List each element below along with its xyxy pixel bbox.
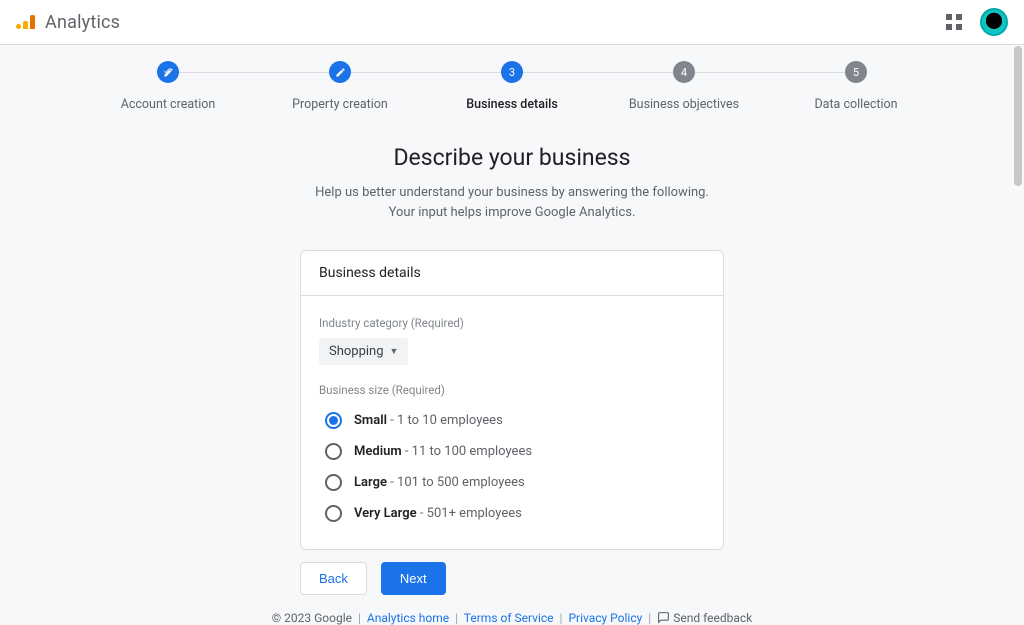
footer-link-terms[interactable]: Terms of Service — [464, 611, 554, 625]
footer-link-privacy[interactable]: Privacy Policy — [568, 611, 642, 625]
business-details-card: Business details Industry category (Requ… — [300, 250, 724, 550]
page-subtitle-line1: Help us better understand your business … — [315, 185, 709, 200]
footer-copyright: © 2023 Google — [272, 611, 352, 625]
page-subtitle-line2: Your input helps improve Google Analytic… — [389, 205, 636, 220]
step-business-details[interactable]: 3 Business details — [426, 61, 598, 112]
scrollbar[interactable] — [1014, 46, 1022, 186]
step-data-collection: 5 Data collection — [770, 61, 942, 112]
back-button[interactable]: Back — [300, 562, 367, 595]
business-size-label: Business size (Required) — [319, 383, 705, 397]
radio-name: Medium — [354, 444, 402, 459]
step-label: Business objectives — [629, 97, 739, 112]
step-label: Property creation — [292, 97, 388, 112]
header-right — [946, 8, 1008, 36]
radio-option-large[interactable]: Large - 101 to 500 employees — [319, 467, 705, 498]
step-todo-icon: 4 — [673, 61, 695, 83]
radio-desc: - 1 to 10 employees — [387, 413, 503, 428]
page-title: Describe your business — [0, 144, 1024, 171]
step-done-icon — [157, 61, 179, 83]
step-label: Account creation — [121, 97, 216, 112]
radio-desc: - 501+ employees — [417, 506, 522, 521]
industry-label: Industry category (Required) — [319, 316, 705, 330]
action-row: Back Next — [300, 562, 724, 595]
footer-link-home[interactable]: Analytics home — [367, 611, 449, 625]
app-header: Analytics — [0, 0, 1024, 45]
stepper: Account creation Property creation 3 Bus… — [0, 45, 1024, 112]
step-current-icon: 3 — [501, 61, 523, 83]
chevron-down-icon: ▼ — [390, 346, 399, 357]
apps-grid-icon[interactable] — [946, 14, 962, 30]
feedback-label: Send feedback — [673, 611, 752, 625]
send-feedback-link[interactable]: Send feedback — [657, 611, 752, 625]
industry-select[interactable]: Shopping ▼ — [319, 338, 408, 365]
radio-name: Very Large — [354, 506, 417, 521]
industry-value: Shopping — [329, 344, 384, 359]
radio-option-small[interactable]: Small - 1 to 10 employees — [319, 405, 705, 436]
radio-icon — [325, 505, 342, 522]
card-header: Business details — [301, 251, 723, 296]
step-business-objectives: 4 Business objectives — [598, 61, 770, 112]
radio-desc: - 11 to 100 employees — [402, 444, 532, 459]
radio-icon — [325, 443, 342, 460]
radio-option-very-large[interactable]: Very Large - 501+ employees — [319, 498, 705, 529]
radio-icon — [325, 412, 342, 429]
analytics-logo-icon — [16, 15, 35, 29]
main-content: Describe your business Help us better un… — [0, 112, 1024, 625]
app-title: Analytics — [45, 12, 120, 33]
step-todo-icon: 5 — [845, 61, 867, 83]
radio-option-medium[interactable]: Medium - 11 to 100 employees — [319, 436, 705, 467]
step-property-creation[interactable]: Property creation — [254, 61, 426, 112]
radio-name: Large — [354, 475, 387, 490]
step-label: Business details — [466, 97, 558, 112]
step-done-icon — [329, 61, 351, 83]
step-label: Data collection — [814, 97, 897, 112]
radio-name: Small — [354, 413, 387, 428]
radio-desc: - 101 to 500 employees — [387, 475, 525, 490]
header-left: Analytics — [16, 12, 120, 33]
next-button[interactable]: Next — [381, 562, 446, 595]
avatar[interactable] — [980, 8, 1008, 36]
step-account-creation[interactable]: Account creation — [82, 61, 254, 112]
page-subtitle: Help us better understand your business … — [0, 183, 1024, 222]
radio-icon — [325, 474, 342, 491]
footer: © 2023 Google | Analytics home | Terms o… — [0, 611, 1024, 625]
business-size-radio-group: Small - 1 to 10 employees Medium - 11 to… — [319, 405, 705, 529]
feedback-icon — [657, 611, 670, 624]
